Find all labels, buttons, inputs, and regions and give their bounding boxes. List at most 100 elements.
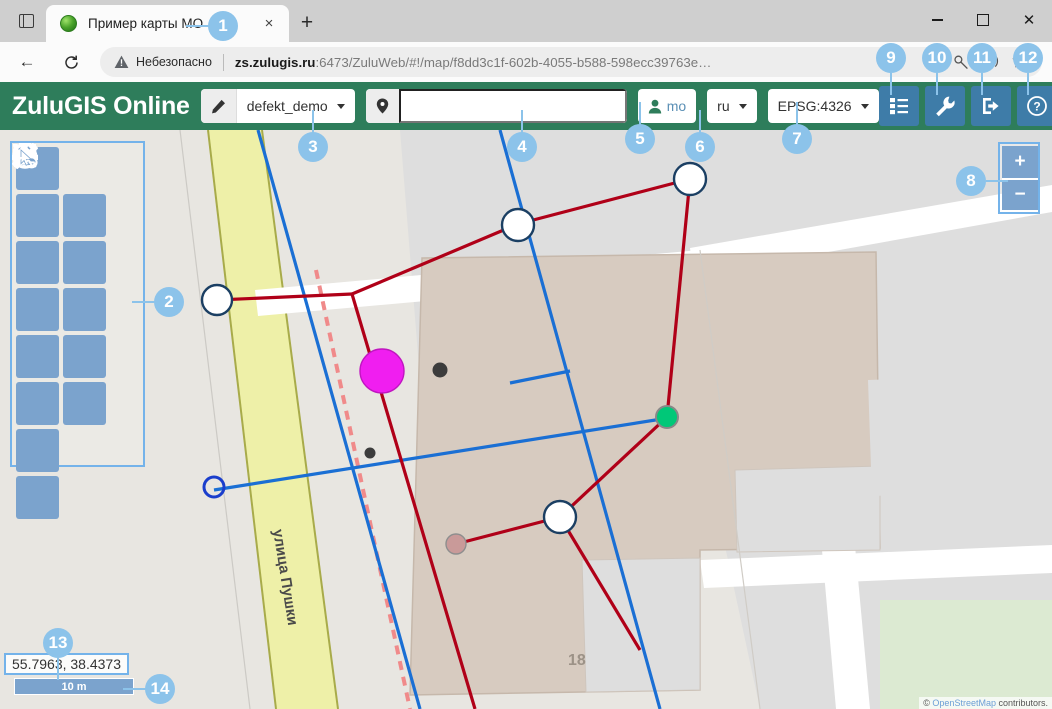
callout-badge-14: 14 <box>145 674 175 704</box>
omnibox-divider <box>223 54 224 71</box>
chevron-down-icon <box>739 104 747 109</box>
map-canvas[interactable]: улица Пушки 18 <box>0 130 1052 709</box>
header-action-icons: ? <box>879 86 1052 126</box>
node-white-mid <box>502 209 534 241</box>
not-secure-icon <box>114 55 129 69</box>
reload-icon[interactable] <box>54 47 88 77</box>
callout-badge-9: 9 <box>876 43 906 73</box>
layers-tool[interactable] <box>63 241 106 284</box>
app-brand: ZuluGIS Online <box>12 92 190 121</box>
url-path: :6473/ZuluWeb/#!/map/f8dd3c1f-602b-4055-… <box>315 55 711 70</box>
refresh-tool[interactable] <box>63 382 106 425</box>
map-toolbar: T <box>10 141 145 467</box>
project-name-label: defekt_demo <box>247 98 328 114</box>
node-rose <box>446 534 466 554</box>
user-cell[interactable]: mo <box>638 89 696 123</box>
callout-leader-14 <box>123 688 147 690</box>
layer-list-icon[interactable] <box>879 86 919 126</box>
help-icon[interactable]: ? <box>1017 86 1052 126</box>
security-status: Небезопасно <box>136 55 212 69</box>
back-icon[interactable]: ← <box>10 47 44 77</box>
svg-text:?: ? <box>1033 100 1040 114</box>
callout-leader-6 <box>699 110 701 134</box>
callout-leader-10 <box>936 73 938 95</box>
node-gray-lower <box>365 448 376 459</box>
callout-leader-8 <box>986 180 1008 182</box>
zoom-control: + − <box>998 142 1040 214</box>
node-magenta <box>360 349 404 393</box>
callout-leader-13 <box>57 658 59 680</box>
crs-label: EPSG:4326 <box>778 98 852 114</box>
close-icon[interactable]: × <box>257 12 281 36</box>
map-graphics <box>0 130 1052 709</box>
save-tool[interactable] <box>63 288 106 331</box>
measure-tool[interactable] <box>63 335 106 378</box>
project-selector[interactable]: defekt_demo <box>201 89 355 123</box>
callout-leader-2 <box>132 301 156 303</box>
language-label: ru <box>717 98 729 114</box>
callout-badge-12: 12 <box>1013 43 1043 73</box>
label-tool[interactable]: T <box>16 476 59 519</box>
attribution-suffix: contributors. <box>996 698 1048 708</box>
zoom-out-button[interactable]: − <box>1002 178 1038 210</box>
zoom-in-button[interactable]: + <box>1002 146 1038 178</box>
callout-badge-8: 8 <box>956 166 986 196</box>
user-menu[interactable]: mo <box>638 89 696 123</box>
callout-badge-11: 11 <box>967 43 997 73</box>
pencil-icon[interactable] <box>201 89 236 123</box>
wrench-icon[interactable] <box>925 86 965 126</box>
node-white-bottom <box>544 501 576 533</box>
logout-icon[interactable] <box>971 86 1011 126</box>
chevron-down-icon <box>861 104 869 109</box>
basemap-tool[interactable] <box>63 194 106 237</box>
user-icon <box>648 99 662 114</box>
browser-window: Пример карты МО × + ✕ ← <box>0 0 1052 709</box>
callout-badge-1: 1 <box>208 11 238 41</box>
callout-badge-4: 4 <box>507 132 537 162</box>
select-box-tool[interactable] <box>16 429 59 472</box>
add-object-tool[interactable] <box>16 288 59 331</box>
info-tool[interactable] <box>16 194 59 237</box>
callout-badge-5: 5 <box>625 124 655 154</box>
browser-tab[interactable]: Пример карты МО × <box>46 5 289 42</box>
new-tab-button[interactable]: + <box>294 10 320 36</box>
crs-selector[interactable]: EPSG:4326 <box>768 89 879 123</box>
openstreetmap-link[interactable]: OpenStreetMap <box>932 698 996 708</box>
search-input[interactable] <box>399 89 627 123</box>
minimize-button[interactable] <box>914 0 960 40</box>
node-white-left <box>202 285 232 315</box>
map-pin-icon[interactable] <box>366 89 399 123</box>
app-header: ZuluGIS Online defekt_demo <box>0 82 1052 130</box>
map-search[interactable] <box>366 89 627 123</box>
erase-tool[interactable] <box>16 335 59 378</box>
node-gray-upper <box>433 363 448 378</box>
map-attribution: © OpenStreetMap contributors. <box>919 697 1052 709</box>
chevron-down-icon <box>337 104 345 109</box>
coordinates-readout: 55.7963, 38.4373 <box>4 653 129 675</box>
callout-badge-3: 3 <box>298 132 328 162</box>
callout-leader-5 <box>639 102 641 126</box>
language-selector[interactable]: ru <box>707 89 756 123</box>
node-green <box>656 406 678 428</box>
tab-search-icon[interactable] <box>14 10 38 32</box>
user-name: mo <box>667 98 686 114</box>
callout-badge-7: 7 <box>782 124 812 154</box>
callout-leader-3 <box>312 110 314 134</box>
url-text: zs.zulugis.ru:6473/ZuluWeb/#!/map/f8dd3c… <box>235 55 946 70</box>
favorites-tool[interactable] <box>16 241 59 284</box>
maximize-button[interactable] <box>960 0 1006 40</box>
project-name[interactable]: defekt_demo <box>236 89 355 123</box>
crs-cell[interactable]: EPSG:4326 <box>768 89 879 123</box>
browser-titlebar: Пример карты МО × + ✕ <box>0 0 1052 42</box>
building-number: 18 <box>568 652 586 670</box>
scale-label: 10 m <box>61 681 86 693</box>
callout-leader-12 <box>1027 73 1029 95</box>
callout-badge-6: 6 <box>685 132 715 162</box>
language-cell[interactable]: ru <box>707 89 756 123</box>
valve-tool[interactable] <box>16 382 59 425</box>
callout-leader-1 <box>186 25 210 27</box>
window-close-button[interactable]: ✕ <box>1006 0 1052 40</box>
callout-leader-7 <box>796 102 798 126</box>
callout-leader-11 <box>981 73 983 95</box>
callout-badge-13: 13 <box>43 628 73 658</box>
